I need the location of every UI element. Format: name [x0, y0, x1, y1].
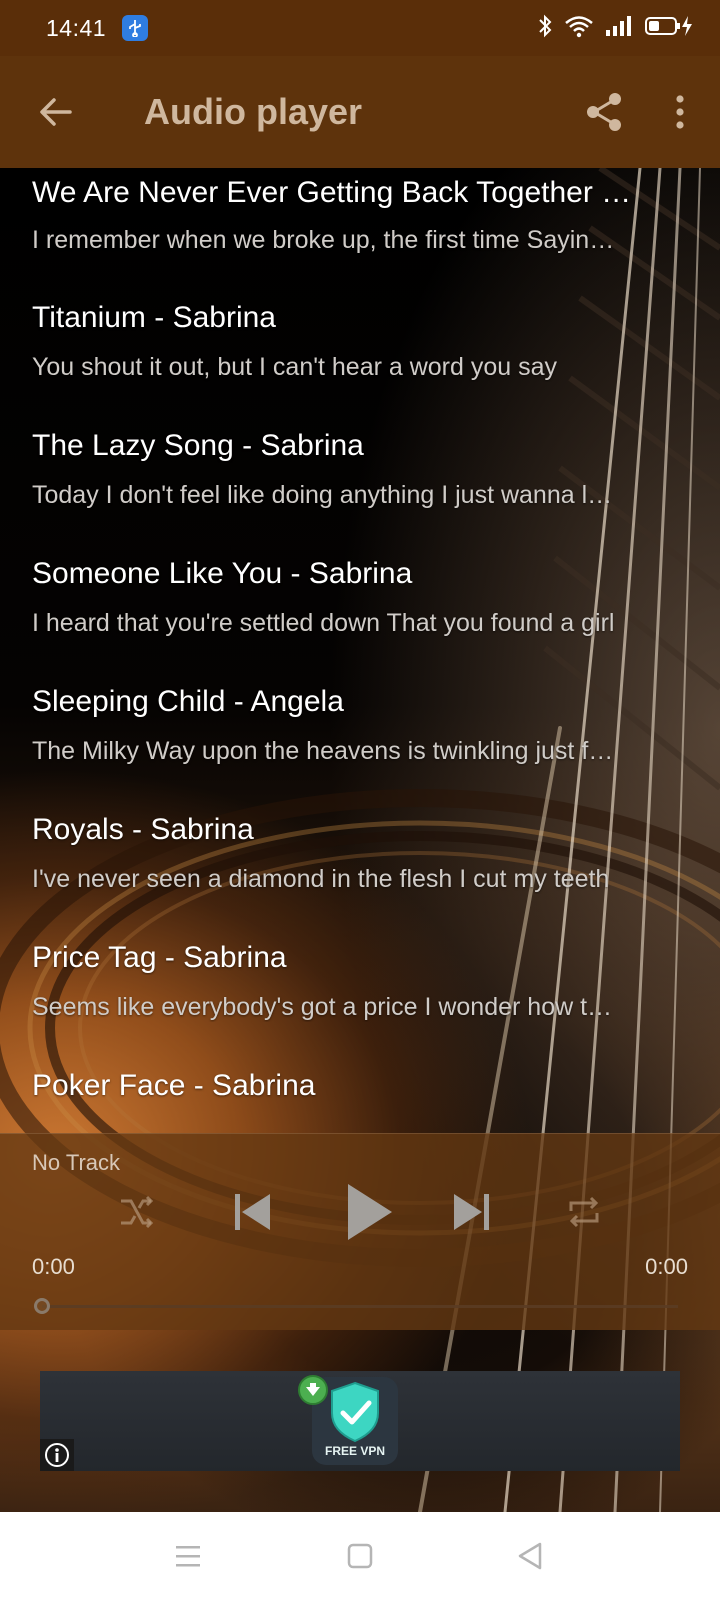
skip-previous-icon [235, 1194, 270, 1230]
list-item[interactable]: Titanium - Sabrina You shout it out, but… [0, 296, 720, 424]
ad-text: FREE VPN [324, 1444, 385, 1458]
song-lyric-preview: I remember when we broke up, the first t… [32, 226, 622, 254]
list-item[interactable]: Sleeping Child - Angela The Milky Way up… [0, 680, 720, 808]
shuffle-icon [121, 1195, 154, 1229]
more-vertical-icon [676, 95, 684, 129]
play-icon [348, 1184, 392, 1240]
home-square-icon [347, 1543, 373, 1569]
download-icon [298, 1375, 328, 1405]
battery-charging-icon [644, 14, 694, 43]
list-item[interactable]: The Lazy Song - Sabrina Today I don't fe… [0, 424, 720, 552]
ad-banner[interactable]: FREE VPN [40, 1371, 680, 1471]
song-title: Poker Face - Sabrina [32, 1069, 316, 1102]
song-title: Titanium - Sabrina [32, 301, 276, 334]
previous-track-button[interactable] [220, 1180, 284, 1244]
song-lyric-preview: Today I don't feel like doing anything I… [32, 481, 622, 509]
page-title: Audio player [144, 91, 363, 132]
song-lyric-preview: You shout it out, but I can't hear a wor… [32, 353, 558, 381]
more-options-button[interactable] [644, 56, 716, 168]
repeat-icon [569, 1196, 599, 1228]
next-track-button[interactable] [440, 1180, 504, 1244]
status-bar: 14:41 [0, 0, 720, 56]
list-item[interactable]: We Are Never Ever Getting Back Together … [0, 168, 720, 296]
signal-icon [604, 14, 634, 43]
ad-info-button[interactable] [40, 1439, 74, 1471]
list-item[interactable]: Price Tag - Sabrina Seems like everybody… [0, 936, 720, 1064]
seek-bar-thumb[interactable] [34, 1298, 50, 1314]
song-lyric-preview: I've never seen a diamond in the flesh I… [32, 865, 610, 893]
current-track-label: No Track [32, 1150, 121, 1175]
list-item[interactable]: Someone Like You - Sabrina I heard that … [0, 552, 720, 680]
info-icon [45, 1443, 69, 1467]
app-bar: Audio player [0, 56, 720, 168]
song-lyric-preview: The Milky Way upon the heavens is twinkl… [32, 737, 622, 765]
shuffle-button[interactable] [108, 1184, 164, 1240]
home-button[interactable] [320, 1512, 400, 1600]
arrow-left-icon [40, 98, 72, 126]
song-list: We Are Never Ever Getting Back Together … [0, 168, 720, 1133]
status-time: 14:41 [46, 14, 107, 41]
system-navigation-bar [0, 1512, 720, 1600]
song-title: Sleeping Child - Angela [32, 685, 344, 718]
menu-icon [176, 1546, 200, 1567]
elapsed-time: 0:00 [32, 1254, 75, 1279]
bluetooth-icon [536, 14, 554, 43]
song-lyric-preview: I heard that you're settled down That yo… [32, 609, 615, 637]
song-title: We Are Never Ever Getting Back Together … [32, 176, 632, 209]
skip-next-icon [454, 1194, 489, 1230]
song-title: Royals - Sabrina [32, 813, 254, 846]
list-item[interactable]: Poker Face - Sabrina [0, 1064, 720, 1133]
back-triangle-icon [518, 1542, 542, 1570]
share-button[interactable] [564, 56, 644, 168]
usb-icon [122, 15, 149, 41]
share-icon [587, 93, 621, 131]
song-title: The Lazy Song - Sabrina [32, 429, 364, 462]
system-back-button[interactable] [490, 1512, 570, 1600]
repeat-button[interactable] [556, 1184, 612, 1240]
back-button[interactable] [0, 56, 112, 168]
play-button[interactable] [330, 1174, 406, 1250]
total-duration: 0:00 [645, 1254, 688, 1279]
recent-apps-button[interactable] [148, 1512, 228, 1600]
seek-bar[interactable] [42, 1305, 678, 1308]
player-panel: No Track 0:00 0:00 [0, 1133, 720, 1330]
song-title: Someone Like You - Sabrina [32, 557, 413, 590]
song-title: Price Tag - Sabrina [32, 941, 287, 974]
wifi-icon [564, 14, 594, 43]
list-item[interactable]: Royals - Sabrina I've never seen a diamo… [0, 808, 720, 936]
song-lyric-preview: Seems like everybody's got a price I won… [32, 993, 622, 1021]
